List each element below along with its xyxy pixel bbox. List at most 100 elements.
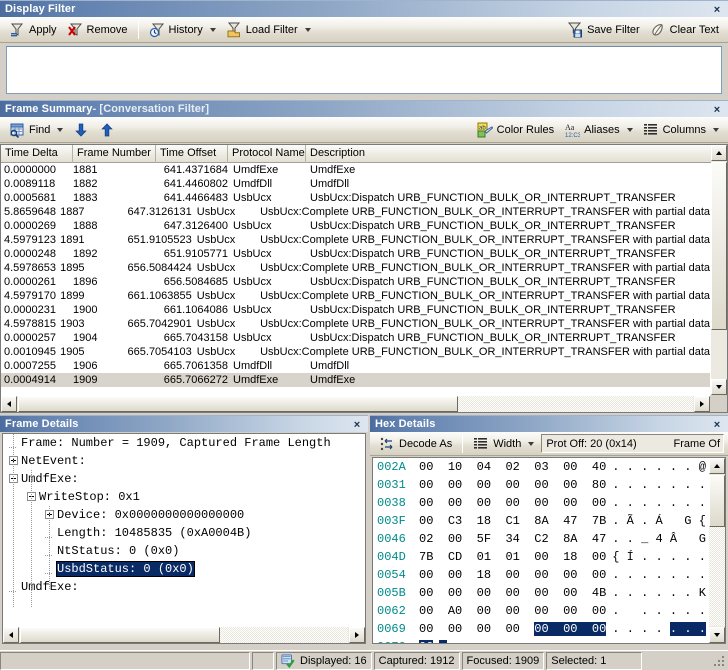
frame-details-hscrollbar[interactable] [3, 627, 365, 643]
table-row[interactable]: 4.59791701899661.1063855UsbUcxUsbUcx:Com… [1, 289, 710, 303]
hex-byte[interactable]: 00 [419, 460, 433, 474]
table-row[interactable]: 0.00002611896656.5084685UsbUcxUsbUcx:Dis… [1, 275, 710, 289]
tree-node[interactable]: Frame: Number = 1909, Captured Frame Len… [3, 434, 365, 452]
hex-byte[interactable]: C2 [534, 532, 548, 546]
hex-byte[interactable]: 00 [477, 622, 491, 636]
hex-row[interactable]: 006900 00 00 00 00 00 00. . . . . . . [373, 620, 708, 638]
remove-filter-button[interactable]: Remove [62, 19, 133, 41]
table-row[interactable]: 0.00002481892651.9105771UsbUcxUsbUcx:Dis… [1, 247, 710, 261]
hex-byte[interactable]: 00 [534, 586, 548, 600]
hex-byte[interactable]: 80 [592, 478, 606, 492]
column-header-protocol-name[interactable]: Protocol Name [228, 145, 306, 163]
hex-byte[interactable]: 00 [448, 532, 462, 546]
hex-byte[interactable]: 00 [563, 586, 577, 600]
hex-ascii[interactable]: . . . . . . . [612, 494, 706, 512]
chevron-down-icon[interactable] [305, 28, 311, 32]
vscroll-thumb[interactable] [709, 475, 725, 527]
hex-row[interactable]: 004D7B CD 01 01 00 18 00{ Í . . . . . [373, 548, 708, 566]
aliases-button[interactable]: Aa 12:C3 Aliases [559, 119, 637, 141]
hex-row[interactable]: 003100 00 00 00 00 00 80. . . . . . . [373, 476, 708, 494]
hex-ascii[interactable]: . . . . . . K [612, 584, 706, 602]
frame-details-tree[interactable]: Frame: Number = 1909, Captured Frame Len… [3, 434, 365, 626]
hex-ascii[interactable]: { Í . . . . . [612, 548, 706, 566]
hex-byte[interactable]: 00 [477, 496, 491, 510]
hex-byte[interactable]: 00 [592, 550, 606, 564]
hex-byte[interactable]: 02 [419, 532, 433, 546]
hex-byte[interactable]: 00 [592, 622, 606, 636]
frame-details-close-icon[interactable]: × [350, 416, 364, 433]
hex-byte[interactable]: C1 [505, 514, 519, 528]
frame-summary-grid[interactable]: Time DeltaFrame NumberTime OffsetProtoco… [0, 144, 728, 413]
chevron-down-icon[interactable] [713, 128, 719, 132]
hex-vscrollbar[interactable] [709, 458, 725, 643]
hex-ascii[interactable]: . . _ 4 Â G [612, 530, 706, 548]
hex-ascii[interactable]: . . . . . . . [612, 620, 706, 638]
chevron-down-icon[interactable] [528, 442, 534, 446]
hex-bytes[interactable]: 00 00 00 00 00 00 00 [419, 620, 606, 638]
hex-bytes[interactable]: 00 A0 00 00 00 00 00 [419, 602, 606, 620]
hex-byte[interactable]: 00 [534, 550, 548, 564]
column-header-time-delta[interactable]: Time Delta [1, 145, 73, 163]
scroll-down-button[interactable] [711, 379, 727, 395]
hex-byte[interactable]: 03 [534, 460, 548, 474]
hex-byte[interactable]: 00 [477, 604, 491, 618]
hex-bytes[interactable]: 00 00 00 00 00 00 4B [419, 584, 606, 602]
hex-byte[interactable]: 00 [534, 568, 548, 582]
tree-node[interactable]: Device: 0x0000000000000000 [3, 506, 365, 524]
hex-byte[interactable]: 7B [592, 514, 606, 528]
hex-byte[interactable]: 00 [505, 568, 519, 582]
hex-byte[interactable]: 7B [419, 550, 433, 564]
apply-filter-button[interactable]: Apply [4, 19, 62, 41]
column-header-frame-number[interactable]: Frame Number [73, 145, 156, 163]
hex-byte[interactable]: 00 [505, 622, 519, 636]
table-row[interactable]: 0.00002691888647.3126400UsbUcxUsbUcx:Dis… [1, 219, 710, 233]
tree-node[interactable]: UmdfExe: [3, 578, 365, 596]
hex-byte[interactable]: 4B [592, 586, 606, 600]
hex-byte[interactable]: 00 [563, 460, 577, 474]
display-filter-close-icon[interactable]: × [710, 1, 724, 18]
hex-byte[interactable]: 00 [448, 586, 462, 600]
hex-byte[interactable]: 01 [477, 550, 491, 564]
vscroll-track[interactable] [709, 527, 725, 626]
hex-byte[interactable]: 00 [505, 586, 519, 600]
hex-byte[interactable]: 8A [563, 532, 577, 546]
chevron-down-icon[interactable] [627, 128, 633, 132]
hex-byte[interactable]: 00 [592, 568, 606, 582]
tree-node[interactable]: UmdfExe: [3, 470, 365, 488]
resize-grip-icon[interactable] [712, 654, 726, 668]
hex-bytes[interactable]: 00 10 04 02 03 00 40 [419, 458, 606, 476]
hex-row[interactable]: 003F00 C3 18 C1 8A 47 7B. Ã . Á G { [373, 512, 708, 530]
column-header-description[interactable]: Description [306, 145, 726, 163]
tree-node[interactable]: WriteStop: 0x1 [3, 488, 365, 506]
find-next-button[interactable] [68, 119, 94, 141]
hex-row[interactable]: 003800 00 00 00 00 00 00. . . . . . . [373, 494, 708, 512]
table-row[interactable]: 0.00002311900661.1064086UsbUcxUsbUcx:Dis… [1, 303, 710, 317]
hscroll-thumb[interactable] [18, 396, 458, 412]
table-row[interactable]: 0.00072551906665.7061358UmdfDllUmdfDll [1, 359, 710, 373]
hex-byte[interactable]: 40 [592, 460, 606, 474]
width-button[interactable]: Width [468, 433, 539, 455]
table-row[interactable]: 5.86596481887647.3126131UsbUcxUsbUcx:Com… [1, 205, 710, 219]
hex-details-close-icon[interactable]: × [710, 416, 724, 433]
vscroll-thumb[interactable] [711, 162, 727, 330]
hex-byte[interactable]: 8A [534, 514, 548, 528]
table-row[interactable]: 0.00109451905665.7054103UsbUcxUsbUcx:Com… [1, 345, 710, 359]
hex-byte[interactable]: CD [448, 550, 462, 564]
scroll-right-button[interactable] [694, 396, 710, 412]
hex-byte[interactable]: 00 [419, 514, 433, 528]
hex-byte[interactable]: 00 [563, 478, 577, 492]
hex-byte[interactable]: 18 [477, 514, 491, 528]
hex-row[interactable]: 006200 A0 00 00 00 00 00. . . . . . [373, 602, 708, 620]
hex-bytes[interactable]: 00 00 18 00 00 00 00 [419, 566, 606, 584]
hscroll-thumb[interactable] [20, 627, 220, 643]
table-row[interactable]: 4.59791231891651.9105523UsbUcxUsbUcx:Com… [1, 233, 710, 247]
hex-bytes[interactable]: 00 C3 18 C1 8A 47 7B [419, 512, 606, 530]
hex-byte[interactable]: 47 [592, 532, 606, 546]
hex-byte[interactable]: 01 [505, 550, 519, 564]
hex-ascii[interactable]: . . . . . . . [612, 566, 706, 584]
hex-byte[interactable]: 00 [534, 478, 548, 492]
hex-view[interactable]: 002A00 10 04 02 03 00 40. . . . . . @003… [373, 458, 708, 643]
scroll-up-button[interactable] [709, 458, 725, 474]
hex-ascii[interactable]: . [439, 638, 446, 643]
hex-byte[interactable]: 18 [563, 550, 577, 564]
